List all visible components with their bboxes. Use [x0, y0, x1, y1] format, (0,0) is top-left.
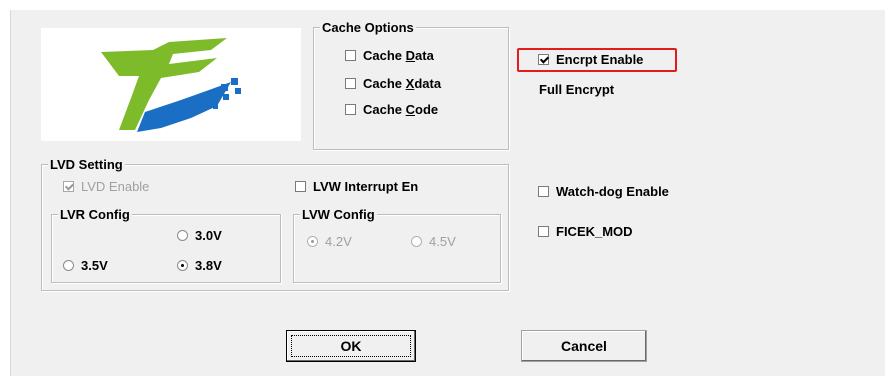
lvr-3-5v-circle[interactable] [63, 260, 74, 271]
watchdog-enable-checkbox[interactable]: Watch-dog Enable [538, 184, 669, 199]
cache-code-checkbox[interactable]: Cache Code [345, 102, 438, 117]
lvw-4-2v-circle[interactable] [307, 236, 318, 247]
cache-data-box[interactable] [345, 50, 356, 61]
lvr-3-0v-radio[interactable]: 3.0V [177, 228, 222, 243]
ok-button[interactable]: OK [286, 330, 416, 362]
logo-panel [41, 28, 301, 141]
cache-data-checkbox[interactable]: Cache Data [345, 48, 434, 63]
lvr-3-5v-label: 3.5V [81, 258, 108, 273]
encrypt-highlight-box [517, 48, 677, 72]
ficek-mod-box[interactable] [538, 226, 549, 237]
lvr-3-8v-label: 3.8V [195, 258, 222, 273]
watchdog-enable-box[interactable] [538, 186, 549, 197]
encrypt-mode-text: Full Encrypt [539, 82, 615, 97]
lvr-3-8v-radio[interactable]: 3.8V [177, 258, 222, 273]
lvw-interrupt-box[interactable] [295, 181, 306, 192]
lvd-enable-label: LVD Enable [81, 179, 150, 194]
options-dialog: Cache Options Cache Data Cache Xdata Cac… [10, 10, 885, 376]
lvr-3-0v-label: 3.0V [195, 228, 222, 243]
lvr-3-5v-radio[interactable]: 3.5V [63, 258, 108, 273]
lvw-4-2v-radio[interactable]: 4.2V [307, 234, 352, 249]
lvr-3-0v-circle[interactable] [177, 230, 188, 241]
lvd-enable-checkbox[interactable]: LVD Enable [63, 179, 149, 194]
cache-code-label: Cache Code [363, 102, 439, 117]
lvw-config-title: LVW Config [300, 207, 377, 222]
cache-data-label: Cache Data [363, 48, 434, 63]
cache-xdata-label: Cache Xdata [363, 76, 442, 91]
cancel-button[interactable]: Cancel [521, 330, 647, 362]
ok-focus-rect [291, 335, 411, 357]
stc-logo [101, 38, 241, 132]
cache-xdata-box[interactable] [345, 78, 356, 89]
cache-code-box[interactable] [345, 104, 356, 115]
lvr-config-title: LVR Config [58, 207, 132, 222]
watchdog-enable-label: Watch-dog Enable [556, 184, 669, 199]
lvd-enable-box[interactable] [63, 181, 74, 192]
lvw-4-5v-circle[interactable] [411, 236, 422, 247]
ficek-mod-label: FICEK_MOD [556, 224, 633, 239]
lvw-interrupt-label: LVW Interrupt En [313, 179, 419, 194]
cancel-button-label: Cancel [561, 338, 607, 354]
lvw-4-2v-label: 4.2V [325, 234, 352, 249]
cache-options-title: Cache Options [320, 20, 416, 35]
cache-xdata-checkbox[interactable]: Cache Xdata [345, 76, 441, 91]
lvw-4-5v-label: 4.5V [429, 234, 456, 249]
lvw-4-5v-radio[interactable]: 4.5V [411, 234, 456, 249]
lvw-interrupt-checkbox[interactable]: LVW Interrupt En [295, 179, 418, 194]
lvd-setting-title: LVD Setting [48, 157, 125, 172]
lvr-3-8v-circle[interactable] [177, 260, 188, 271]
ficek-mod-checkbox[interactable]: FICEK_MOD [538, 224, 633, 239]
